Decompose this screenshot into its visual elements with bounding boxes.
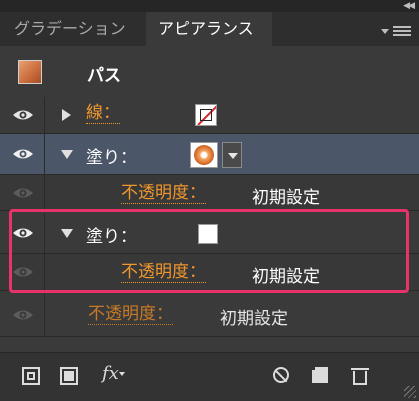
opacity-value: 初期設定 — [252, 267, 320, 287]
trash-icon[interactable] — [351, 367, 369, 385]
fill-label: 塗り： — [86, 148, 137, 168]
double-chevron-left-icon[interactable]: ◀◀ — [403, 0, 415, 12]
eye-icon — [13, 188, 33, 198]
object-opacity-row[interactable]: 不透明度： 初期設定 — [0, 293, 419, 337]
opacity-value: 初期設定 — [220, 309, 288, 329]
collapse-triangle-icon[interactable] — [61, 229, 73, 238]
gradient-thumbnail-icon — [18, 60, 42, 84]
clear-appearance-icon[interactable] — [273, 367, 289, 383]
fill-1-opacity-row[interactable]: 不透明度： 初期設定 — [0, 175, 419, 211]
visibility-toggle[interactable] — [0, 293, 45, 336]
tab-bar: グラデーション アピアランス — [0, 12, 419, 47]
fx-icon[interactable]: fx — [102, 363, 132, 384]
fill-label: 塗り： — [86, 227, 137, 247]
appearance-panel: ◀◀ グラデーション アピアランス パス 線： 塗り： 不透明度： 初期設定 塗… — [0, 0, 419, 401]
none-stroke-swatch-icon[interactable] — [195, 104, 217, 126]
bottom-toolbar: fx — [0, 352, 419, 401]
visibility-toggle[interactable] — [0, 97, 45, 133]
tab-gradient[interactable]: グラデーション — [14, 12, 138, 46]
opacity-link[interactable]: 不透明度： — [121, 183, 206, 204]
eye-icon — [13, 267, 33, 277]
stroke-label-link[interactable]: 線： — [86, 103, 120, 124]
appearance-header: パス — [0, 47, 419, 98]
duplicate-item-icon[interactable] — [309, 364, 328, 383]
fill-2-opacity-row[interactable]: 不透明度： 初期設定 — [0, 254, 419, 291]
opacity-link[interactable]: 不透明度： — [121, 262, 206, 283]
add-new-stroke-icon[interactable] — [22, 367, 40, 385]
white-swatch-icon[interactable] — [198, 224, 218, 244]
stroke-row[interactable]: 線： — [0, 97, 419, 134]
add-new-fill-icon[interactable] — [60, 367, 78, 385]
collapse-triangle-icon[interactable] — [61, 150, 73, 159]
fill-row-2[interactable]: 塗り： — [0, 213, 419, 254]
panel-menu-icon[interactable] — [393, 26, 411, 36]
eye-icon — [13, 228, 33, 238]
fx-label: fx — [102, 363, 119, 384]
swatch-dropdown-icon[interactable] — [222, 142, 242, 168]
fill-row-1[interactable]: 塗り： — [0, 134, 419, 175]
tab-appearance[interactable]: アピアランス — [146, 12, 272, 47]
object-type-title: パス — [87, 66, 121, 86]
eye-icon — [13, 310, 33, 320]
panel-menu-arrow-icon[interactable] — [381, 29, 389, 34]
visibility-toggle[interactable] — [0, 213, 45, 253]
visibility-toggle[interactable] — [0, 175, 45, 210]
visibility-toggle[interactable] — [0, 254, 45, 290]
expand-triangle-icon[interactable] — [62, 109, 71, 121]
resize-grip-icon[interactable] — [404, 386, 416, 398]
opacity-link[interactable]: 不透明度： — [88, 304, 173, 325]
eye-icon — [13, 149, 33, 159]
radial-gradient-swatch-icon[interactable] — [190, 142, 218, 168]
panel-title-strip: ◀◀ — [0, 0, 419, 12]
opacity-value: 初期設定 — [252, 188, 320, 208]
visibility-toggle[interactable] — [0, 134, 45, 174]
eye-icon — [13, 110, 33, 120]
